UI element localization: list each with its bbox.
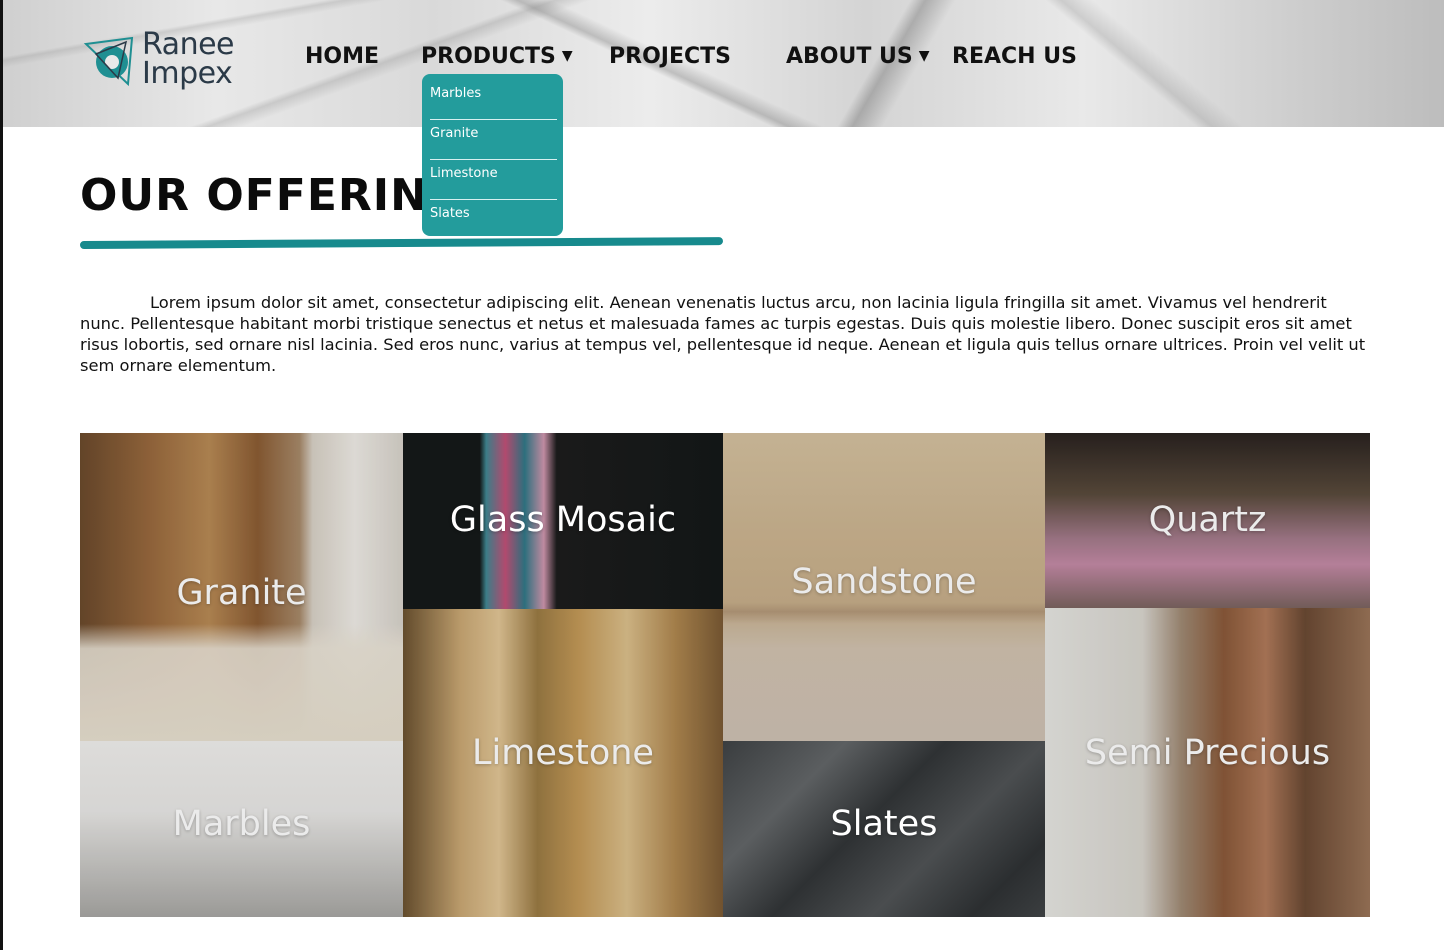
tile-label-marbles: Marbles <box>172 804 311 844</box>
tile-sandstone[interactable]: Sandstone <box>723 433 1045 741</box>
caret-down-icon: ▼ <box>561 48 573 64</box>
nav-products-label: PRODUCTS <box>421 44 556 69</box>
tile-semi-precious[interactable]: Semi Precious <box>1045 608 1370 917</box>
nav-projects[interactable]: PROJECTS <box>609 40 731 74</box>
nav-about-label: ABOUT US <box>786 44 913 69</box>
nav-reach-label: REACH US <box>952 44 1077 69</box>
dropdown-item-limestone[interactable]: Limestone <box>430 160 557 200</box>
dropdown-item-granite[interactable]: Granite <box>430 120 557 160</box>
dropdown-item-marbles[interactable]: Marbles <box>430 80 557 120</box>
tile-quartz[interactable]: Quartz <box>1045 433 1370 608</box>
site-header: Ranee Impex HOME PRODUCTS ▼ PROJECTS ABOU… <box>0 0 1444 127</box>
tile-label-limestone: Limestone <box>472 733 654 773</box>
tile-label-quartz: Quartz <box>1148 500 1267 540</box>
page-border <box>0 0 3 950</box>
main-nav: HOME PRODUCTS ▼ PROJECTS ABOUT US ▼ REACH … <box>0 40 1444 76</box>
nav-home[interactable]: HOME <box>305 40 379 74</box>
caret-down-icon: ▼ <box>918 48 930 64</box>
tile-label-slates: Slates <box>830 804 938 844</box>
tile-label-sandstone: Sandstone <box>791 562 977 602</box>
tile-glass-mosaic[interactable]: Glass Mosaic <box>403 433 723 609</box>
nav-products[interactable]: PRODUCTS ▼ <box>421 40 573 74</box>
tile-label-semi-precious: Semi Precious <box>1084 733 1331 773</box>
intro-paragraph: Lorem ipsum dolor sit amet, consectetur … <box>80 293 1366 375</box>
tile-marbles[interactable]: Marbles <box>80 741 403 917</box>
dropdown-item-slates[interactable]: Slates <box>430 200 557 240</box>
tile-limestone[interactable]: Limestone <box>403 609 723 917</box>
tile-label-granite: Granite <box>176 573 307 613</box>
title-underline <box>79 237 724 249</box>
tile-slates[interactable]: Slates <box>723 741 1045 917</box>
nav-reach[interactable]: REACH US <box>952 40 1077 74</box>
products-dropdown: Marbles Granite Limestone Slates <box>422 74 563 236</box>
nav-home-label: HOME <box>305 44 380 69</box>
nav-about[interactable]: ABOUT US ▼ <box>786 40 930 74</box>
tile-label-glass-mosaic: Glass Mosaic <box>449 500 677 540</box>
nav-projects-label: PROJECTS <box>609 44 731 69</box>
tile-granite[interactable]: Granite <box>80 433 403 741</box>
offerings-grid: Granite Glass Mosaic Sandstone Quartz Ma… <box>80 433 1370 917</box>
